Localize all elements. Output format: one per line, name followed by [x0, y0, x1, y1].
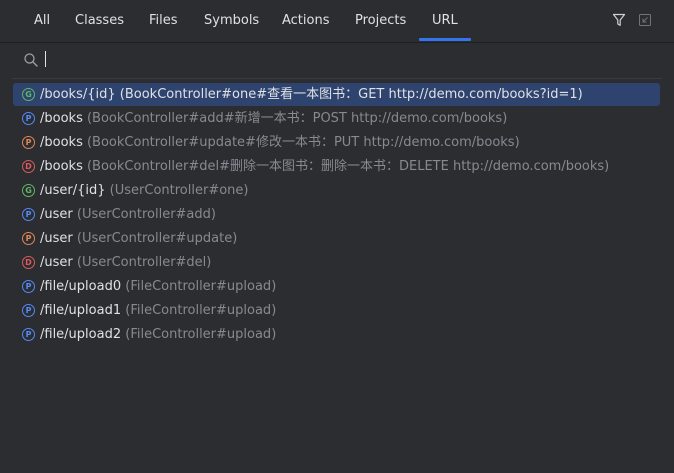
tab-url[interactable]: URL: [419, 0, 471, 42]
get-method-icon: G: [22, 184, 35, 197]
tab-projects[interactable]: Projects: [355, 0, 406, 42]
put-method-icon: P: [22, 136, 35, 149]
search-row: [0, 43, 674, 77]
url-detail: (BookController#update#修改一本书：PUT http://…: [86, 135, 520, 150]
filter-icon[interactable]: [611, 12, 627, 28]
post-method-icon: P: [22, 208, 35, 221]
url-path: /books/{id}: [40, 87, 116, 102]
tab-label: Projects: [355, 13, 407, 28]
search-input[interactable]: [44, 49, 644, 71]
post-method-icon: P: [22, 304, 35, 317]
tab-classes[interactable]: Classes: [75, 0, 124, 42]
url-path: /user: [40, 255, 73, 270]
search-everywhere-popup: All Classes Files Symbols Actions Projec…: [0, 0, 674, 473]
tab-label: Symbols: [204, 13, 260, 28]
tab-label: URL: [432, 13, 458, 28]
url-path: /user: [40, 231, 73, 246]
delete-method-icon: D: [22, 256, 35, 269]
tab-label: Actions: [282, 13, 330, 28]
url-detail: (BookController#one#查看一本图书：GET http://de…: [119, 87, 583, 102]
tab-symbols[interactable]: Symbols: [204, 0, 259, 42]
list-item[interactable]: P /file/upload0 (FileController#upload): [13, 275, 660, 298]
list-item[interactable]: G /books/{id} (BookController#one#查看一本图书…: [13, 83, 660, 106]
get-method-icon: G: [22, 88, 35, 101]
url-path: /file/upload1: [40, 303, 122, 318]
list-item[interactable]: P /user (UserController#add): [13, 203, 660, 226]
url-path: /user: [40, 207, 73, 222]
url-path: /books: [40, 135, 83, 150]
url-detail: (UserController#update): [76, 231, 238, 246]
open-in-window-icon[interactable]: [637, 12, 653, 28]
url-path: /books: [40, 159, 83, 174]
url-detail: (BookController#add#新增一本书：POST http://de…: [86, 111, 508, 126]
tab-label: Files: [149, 13, 178, 28]
delete-method-icon: D: [22, 160, 35, 173]
list-item[interactable]: P /user (UserController#update): [13, 227, 660, 250]
url-detail: (UserController#del): [76, 255, 212, 270]
post-method-icon: P: [22, 280, 35, 293]
list-item[interactable]: D /books (BookController#del#删除一本图书：删除一本…: [13, 155, 660, 178]
url-path: /file/upload0: [40, 279, 122, 294]
list-item[interactable]: P /file/upload2 (FileController#upload): [13, 323, 660, 346]
url-detail: (FileController#upload): [125, 279, 277, 294]
tab-files[interactable]: Files: [149, 0, 178, 42]
tab-label: All: [34, 13, 51, 28]
post-method-icon: P: [22, 112, 35, 125]
post-method-icon: P: [22, 328, 35, 341]
text-caret: [45, 51, 46, 67]
search-icon: [24, 53, 38, 67]
search-divider: [12, 78, 662, 79]
tab-label: Classes: [75, 13, 124, 28]
url-detail: (UserController#add): [76, 207, 216, 222]
url-path: /user/{id}: [40, 183, 106, 198]
list-item[interactable]: G /user/{id} (UserController#one): [13, 179, 660, 202]
list-item[interactable]: P /books (BookController#add#新增一本书：POST …: [13, 107, 660, 130]
list-item[interactable]: P /books (BookController#update#修改一本书：PU…: [13, 131, 660, 154]
url-detail: (UserController#one): [109, 183, 249, 198]
url-path: /file/upload2: [40, 327, 122, 342]
list-item[interactable]: P /file/upload1 (FileController#upload): [13, 299, 660, 322]
tab-bar: All Classes Files Symbols Actions Projec…: [0, 0, 674, 42]
url-detail: (FileController#upload): [125, 327, 277, 342]
url-path: /books: [40, 111, 83, 126]
url-detail: (FileController#upload): [125, 303, 277, 318]
tab-all[interactable]: All: [34, 0, 50, 42]
tab-actions[interactable]: Actions: [282, 0, 330, 42]
put-method-icon: P: [22, 232, 35, 245]
list-item[interactable]: D /user (UserController#del): [13, 251, 660, 274]
url-detail: (BookController#del#删除一本图书：删除一本书：DELETE …: [86, 159, 610, 174]
tab-underline: [419, 38, 471, 41]
